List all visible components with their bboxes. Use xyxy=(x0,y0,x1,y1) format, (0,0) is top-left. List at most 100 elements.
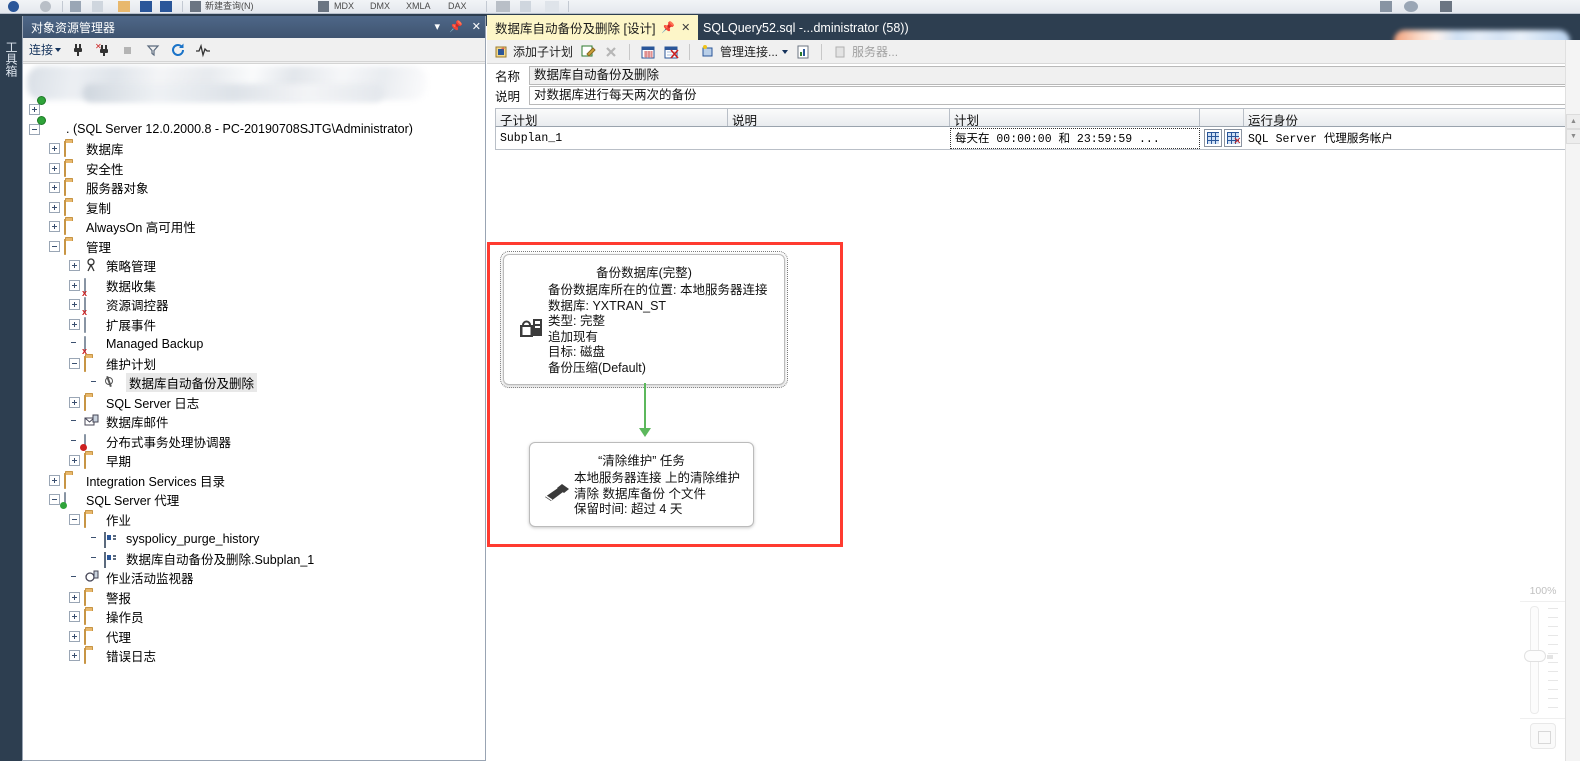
tree-expander-icon[interactable] xyxy=(69,611,80,623)
toolbox-tab[interactable]: 工具箱 xyxy=(2,18,20,98)
activity-monitor-icon[interactable] xyxy=(195,42,211,58)
cell-run-as[interactable]: SQL Server 代理服务帐户 xyxy=(1244,130,1571,146)
report-icon[interactable] xyxy=(795,44,811,60)
tree-item[interactable]: 资源调控器 xyxy=(23,295,485,315)
tab-sqlquery52[interactable]: SQLQuery52.sql -...dministrator (58)) xyxy=(695,15,917,40)
tree-item[interactable]: AlwaysOn 高可用性 xyxy=(23,217,485,237)
column-header-subplan[interactable]: 子计划 xyxy=(496,109,728,126)
tree-item[interactable]: 数据库自动备份及删除 xyxy=(23,373,485,393)
tree-item[interactable]: 服务器对象 xyxy=(23,178,485,198)
tree-item[interactable]: 作业活动监视器 xyxy=(23,568,485,588)
toolbar-icon-4[interactable] xyxy=(92,1,103,12)
tree-item[interactable]: . (SQL Server 12.0.2000.8 - PC-20190708S… xyxy=(23,120,485,140)
edit-schedule-button[interactable] xyxy=(1204,129,1222,147)
zoom-slider-thumb[interactable] xyxy=(1524,650,1553,662)
close-icon[interactable]: ✕ xyxy=(681,21,690,34)
tree-expander-icon[interactable] xyxy=(69,299,80,311)
task-connector-line[interactable] xyxy=(644,383,646,431)
dmx-label[interactable]: DMX xyxy=(370,0,390,12)
tree-item[interactable] xyxy=(23,100,485,120)
tree-expander-icon[interactable] xyxy=(69,318,80,330)
tree-expander-icon[interactable] xyxy=(69,260,80,272)
dax-label[interactable]: DAX xyxy=(448,0,467,12)
canvas-vertical-scrollbar[interactable]: ▲ ▼ xyxy=(1565,40,1580,761)
toolbar-icon-6[interactable] xyxy=(160,1,172,12)
tree-item[interactable]: 代理 xyxy=(23,627,485,647)
disconnect-icon[interactable]: ✕ xyxy=(95,42,111,58)
toolbar-icon-3[interactable] xyxy=(70,1,81,12)
tree-item[interactable]: 作业 xyxy=(23,510,485,530)
edit-subplan-icon[interactable] xyxy=(580,44,596,60)
tree-expander-icon[interactable] xyxy=(49,474,60,486)
new-query-icon[interactable] xyxy=(190,1,201,12)
new-query-label[interactable]: 新建查询(N) xyxy=(205,0,254,12)
tree-item[interactable]: 数据收集 xyxy=(23,276,485,296)
remove-schedule-button[interactable]: ✕ xyxy=(1224,129,1242,147)
tree-expander-icon[interactable] xyxy=(49,494,60,506)
tree-item[interactable]: 操作员 xyxy=(23,607,485,627)
object-explorer-tree[interactable]: . (SQL Server 12.0.2000.8 - PC-20190708S… xyxy=(23,100,485,760)
tree-item[interactable]: syspolicy_purge_history xyxy=(23,529,485,549)
toolbar-folder-icon[interactable] xyxy=(118,1,130,12)
tree-item[interactable]: 维护计划 xyxy=(23,354,485,374)
zoom-slider[interactable] xyxy=(1520,606,1566,714)
toolbar-icon-11[interactable] xyxy=(1440,1,1452,12)
scroll-down-icon[interactable]: ▼ xyxy=(1566,129,1580,144)
cell-subplan[interactable]: Subplan_1 xyxy=(496,132,728,145)
design-canvas[interactable]: 备份数据库(完整) 备份数据库所在的位置: 本地服务器连接 数据库: YXTRA… xyxy=(487,156,1580,761)
toolbar-icon-2[interactable] xyxy=(40,1,51,12)
pin-icon[interactable]: 📌 xyxy=(449,21,463,33)
tree-expander-icon[interactable] xyxy=(29,123,40,135)
tree-item[interactable]: 数据库自动备份及删除.Subplan_1 xyxy=(23,549,485,569)
tree-item[interactable]: Managed Backup xyxy=(23,334,485,354)
tree-item[interactable]: 警报 xyxy=(23,588,485,608)
tree-item[interactable]: 数据库邮件 xyxy=(23,412,485,432)
tree-expander-icon[interactable] xyxy=(69,650,80,662)
tree-item[interactable]: Integration Services 目录 xyxy=(23,471,485,491)
manage-connections-button[interactable]: 管理连接... xyxy=(700,43,789,60)
tree-expander-icon[interactable] xyxy=(49,201,60,213)
tree-expander-icon[interactable] xyxy=(49,162,60,174)
undo-redo-icon[interactable] xyxy=(496,1,510,12)
scroll-up-icon[interactable]: ▲ xyxy=(1566,114,1580,129)
toolbar-icon-9[interactable] xyxy=(1380,1,1392,12)
filter-icon[interactable] xyxy=(145,42,161,58)
mdx-query-icon[interactable] xyxy=(318,1,329,12)
tree-item[interactable]: 管理 xyxy=(23,237,485,257)
tree-item[interactable]: 策略管理 xyxy=(23,256,485,276)
plan-name-input[interactable]: 数据库自动备份及删除 xyxy=(529,65,1566,85)
connect-icon[interactable] xyxy=(70,42,86,58)
toolbar-icon-8[interactable] xyxy=(545,1,559,12)
tree-item[interactable]: SQL Server 日志 xyxy=(23,393,485,413)
toolbar-icon-7[interactable] xyxy=(520,1,531,12)
fit-to-window-button[interactable] xyxy=(1530,723,1556,749)
tree-expander-icon[interactable] xyxy=(69,279,80,291)
tree-expander-icon[interactable] xyxy=(29,104,40,116)
tree-expander-icon[interactable] xyxy=(69,396,80,408)
maintenance-cleanup-task[interactable]: “清除维护” 任务 本地服务器连接 上的清除维护 清除 数据库备份 个文件 保留… xyxy=(529,442,754,527)
plan-description-input[interactable]: 对数据库进行每天两次的备份 xyxy=(529,85,1566,105)
connect-button[interactable]: 连接 xyxy=(29,41,62,58)
toolbar-icon-10[interactable] xyxy=(1404,1,1418,12)
toolbar-icon-5[interactable] xyxy=(140,1,152,12)
tree-expander-icon[interactable] xyxy=(49,182,60,194)
schedule-icon[interactable] xyxy=(640,44,656,60)
tree-expander-icon[interactable] xyxy=(49,143,60,155)
tab-maintenance-plan-design[interactable]: 数据库自动备份及删除 [设计] 📌 ✕ xyxy=(487,15,699,40)
tree-item[interactable]: SQL Server 代理 xyxy=(23,490,485,510)
object-explorer-tree-container[interactable]: . (SQL Server 12.0.2000.8 - PC-20190708S… xyxy=(23,63,485,760)
tree-item[interactable]: 分布式事务处理协调器 xyxy=(23,432,485,452)
table-row[interactable]: Subplan_1 每天在 00:00:00 和 23:59:59 ... ✕ … xyxy=(495,127,1572,150)
toolbar-icon-1[interactable] xyxy=(8,1,19,12)
remove-schedule-icon[interactable] xyxy=(663,44,679,60)
tree-expander-icon[interactable] xyxy=(49,240,60,252)
column-header-run-as[interactable]: 运行身份 xyxy=(1244,109,1571,126)
tree-expander-icon[interactable] xyxy=(69,630,80,642)
tree-expander-icon[interactable] xyxy=(69,357,80,369)
close-icon[interactable]: ✕ xyxy=(472,21,481,33)
column-header-description[interactable]: 说明 xyxy=(728,109,950,126)
tree-item[interactable]: 错误日志 xyxy=(23,646,485,666)
add-subplan-button[interactable]: + 添加子计划 xyxy=(493,43,573,60)
tree-expander-icon[interactable] xyxy=(69,591,80,603)
tree-expander-icon[interactable] xyxy=(69,513,80,525)
